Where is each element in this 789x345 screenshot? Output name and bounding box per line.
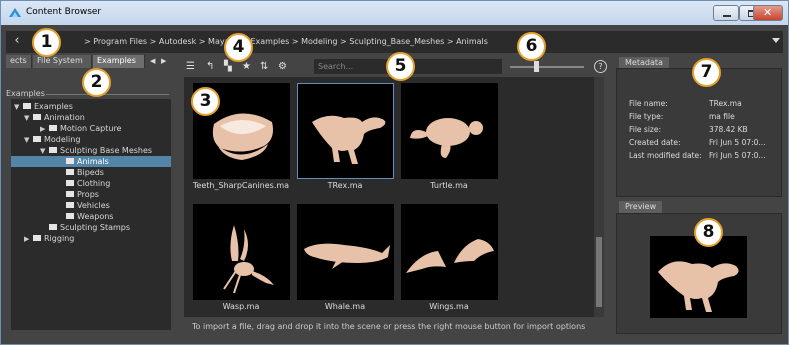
thumbnail-label: Teeth_SharpCanines.ma	[192, 181, 290, 190]
callout-6: 6	[517, 32, 546, 61]
right-panel: Metadata File name: TRex.ma File type: ma …	[614, 55, 784, 336]
expand-down-icon[interactable]: ▼	[24, 113, 33, 124]
tree-item-weapons[interactable]: Weapons	[66, 211, 113, 222]
title-bar: Content Browser ✕	[1, 1, 788, 25]
folder-icon	[49, 147, 57, 153]
folder-icon	[66, 191, 74, 197]
window-title: Content Browser	[26, 7, 102, 17]
metadata-row: File size: 378.42 KB	[629, 125, 748, 134]
turtle-icon	[401, 83, 498, 179]
list-view-icon[interactable]: ☰	[186, 61, 195, 72]
grid-scrollbar[interactable]	[594, 77, 604, 317]
thumbnail-item[interactable]: Wings.ma	[401, 204, 498, 311]
status-hint: To import a file, drag and drop it into …	[192, 322, 586, 331]
thumbnail-item[interactable]: Whale.ma	[297, 204, 394, 311]
whale-icon	[297, 204, 394, 300]
folder-tree: ▼ Examples ▼ Animation ▶ Motion Capture ▼ Mo…	[11, 99, 171, 330]
thumbnail-size-slider[interactable]	[510, 66, 584, 68]
tree-item-sculpting-base-meshes[interactable]: ▼ Sculpting Base Meshes	[40, 145, 152, 156]
tree-item-vehicles[interactable]: Vehicles	[66, 200, 110, 211]
callout-8: 8	[694, 218, 723, 247]
thumbnail-label: Turtle.ma	[430, 181, 468, 190]
folder-icon	[23, 103, 31, 109]
metadata-row: File name: TRex.ma	[629, 99, 742, 108]
trex-preview-icon	[650, 236, 747, 318]
folder-icon	[33, 235, 41, 241]
back-button[interactable]: ‹	[10, 34, 24, 49]
folder-icon	[49, 125, 57, 131]
folder-icon	[66, 158, 74, 164]
bookmark-star-icon[interactable]: ★	[242, 61, 251, 72]
callout-2: 2	[82, 68, 111, 97]
folder-icon	[66, 169, 74, 175]
thumbnail-item[interactable]: Turtle.ma	[401, 83, 498, 190]
breadcrumb[interactable]: > Program Files > Autodesk > MayaLT20 Ex…	[84, 37, 488, 46]
folder-icon	[66, 180, 74, 186]
callout-5: 5	[386, 52, 415, 81]
sort-icon[interactable]: ⇅	[260, 61, 268, 72]
metadata-row: Created date: Fri Jun 5 07:0...	[629, 138, 766, 147]
path-bar: ‹ > Program Files > Autodesk > MayaLT20 …	[6, 31, 783, 53]
callout-4: 4	[224, 33, 253, 62]
grid-scrollbar-thumb[interactable]	[596, 237, 602, 307]
tree-item-modeling[interactable]: ▼ Modeling	[24, 134, 80, 145]
tree-item-examples[interactable]: ▼ Examples	[14, 101, 73, 112]
thumbnail-label: Wasp.ma	[222, 302, 260, 311]
callout-7: 7	[692, 58, 721, 87]
metadata-row: Last modified date: Fri Jun 5 07:0...	[629, 151, 766, 160]
tab-examples[interactable]: Examples	[93, 55, 145, 68]
tab-file-system[interactable]: File System	[33, 55, 92, 68]
folder-icon	[49, 224, 57, 230]
path-history-dropdown-icon[interactable]	[772, 38, 780, 43]
center-panel: ☰ ↰ ▚ ★ ⇅ ⚙ Search... ? Teeth_SharpCanin…	[179, 55, 609, 336]
thumbnail-item[interactable]: Wasp.ma	[193, 204, 290, 311]
thumbnail-item-selected[interactable]: TRex.ma	[297, 83, 394, 190]
thumbnail-label: Whale.ma	[324, 302, 366, 311]
thumbnail-label: Wings.ma	[429, 302, 469, 311]
left-panel: ects File System Examples ◀ ▶ Examples ▼…	[6, 55, 173, 336]
tree-item-sculpting-stamps[interactable]: Sculpting Stamps	[49, 222, 130, 233]
tree-item-rigging[interactable]: ▶ Rigging	[24, 233, 74, 244]
folder-icon	[66, 202, 74, 208]
thumbnail-size-slider-handle[interactable]	[534, 61, 539, 72]
metadata-row: File type: ma file	[629, 112, 735, 121]
thumbnail-label: TRex.ma	[327, 181, 363, 190]
tree-item-clothing[interactable]: Clothing	[66, 178, 110, 189]
source-tabs: ects File System Examples ◀ ▶	[6, 55, 173, 68]
callout-3: 3	[191, 87, 220, 116]
wasp-icon	[193, 204, 290, 300]
thumbnail-grid: Teeth_SharpCanines.ma TRex.ma Turtle.ma …	[184, 77, 594, 317]
tab-projects[interactable]: ects	[6, 55, 32, 68]
expand-down-icon[interactable]: ▼	[14, 102, 23, 113]
tree-item-motion-capture[interactable]: ▶ Motion Capture	[40, 123, 121, 134]
tab-scroll-right-icon[interactable]: ▶	[161, 57, 166, 65]
add-folder-icon[interactable]: ▚	[224, 61, 232, 72]
tab-scroll-left-icon[interactable]: ◀	[150, 57, 155, 65]
tab-preview[interactable]: Preview	[619, 201, 663, 213]
trex-icon	[297, 83, 394, 179]
minimize-button[interactable]	[713, 5, 739, 21]
expand-down-icon[interactable]: ▼	[24, 135, 33, 146]
folder-icon	[33, 136, 41, 142]
expand-right-icon[interactable]: ▶	[24, 234, 33, 245]
tree-item-bipeds[interactable]: Bipeds	[66, 167, 104, 178]
folder-icon	[66, 213, 74, 219]
content-browser-window: Content Browser ✕ ‹ > Program Files > Au…	[0, 0, 789, 345]
folder-icon	[33, 114, 41, 120]
wings-icon	[401, 204, 498, 300]
go-up-icon[interactable]: ↰	[206, 61, 214, 72]
tree-item-animals[interactable]: Animals	[11, 156, 171, 167]
app-icon	[9, 8, 21, 17]
tree-item-props[interactable]: Props	[66, 189, 99, 200]
metadata-panel: File name: TRex.ma File type: ma file File…	[616, 68, 782, 197]
close-button[interactable]: ✕	[753, 5, 783, 21]
callout-1: 1	[32, 28, 61, 57]
tree-item-animation[interactable]: ▼ Animation	[24, 112, 85, 123]
help-button[interactable]: ?	[594, 60, 607, 73]
settings-gear-icon[interactable]: ⚙	[278, 61, 287, 72]
